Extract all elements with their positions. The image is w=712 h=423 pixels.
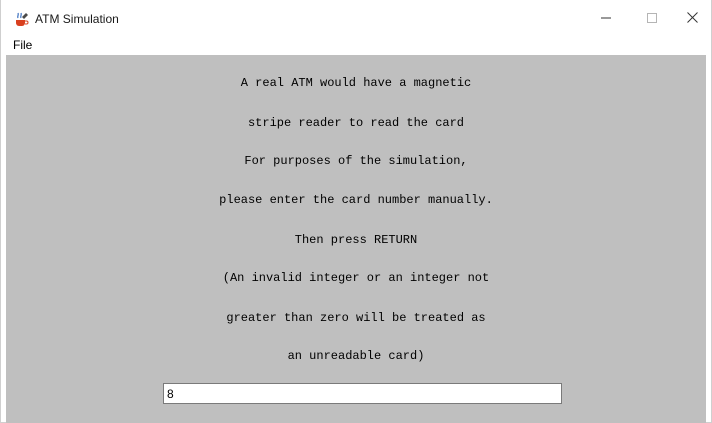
minimize-button[interactable] (583, 0, 629, 37)
message-line: greater than zero will be treated as (226, 311, 486, 325)
message-line: Then press RETURN (294, 233, 418, 247)
title-bar[interactable]: ATM Simulation (1, 0, 711, 37)
java-cup-icon (13, 11, 29, 27)
atm-panel: A real ATM would have a magnetic stripe … (6, 55, 706, 423)
minimize-icon (601, 10, 611, 28)
message-line: stripe reader to read the card (247, 116, 465, 130)
message-line: A real ATM would have a magnetic (240, 76, 472, 90)
menu-file[interactable]: File (11, 38, 34, 53)
card-number-input[interactable] (163, 383, 562, 404)
atm-simulation-window: ATM Simulation File A real ATM would hav… (0, 0, 712, 423)
menu-bar: File (1, 37, 711, 55)
window-title: ATM Simulation (35, 12, 119, 26)
message-line: (An invalid integer or an integer not (222, 271, 490, 285)
maximize-icon (647, 10, 657, 28)
close-icon (686, 10, 698, 28)
message-line: please enter the card number manually. (219, 193, 493, 207)
message-line: For purposes of the simulation, (244, 154, 468, 168)
close-button[interactable] (669, 0, 712, 37)
message-line: an unreadable card) (287, 349, 425, 363)
